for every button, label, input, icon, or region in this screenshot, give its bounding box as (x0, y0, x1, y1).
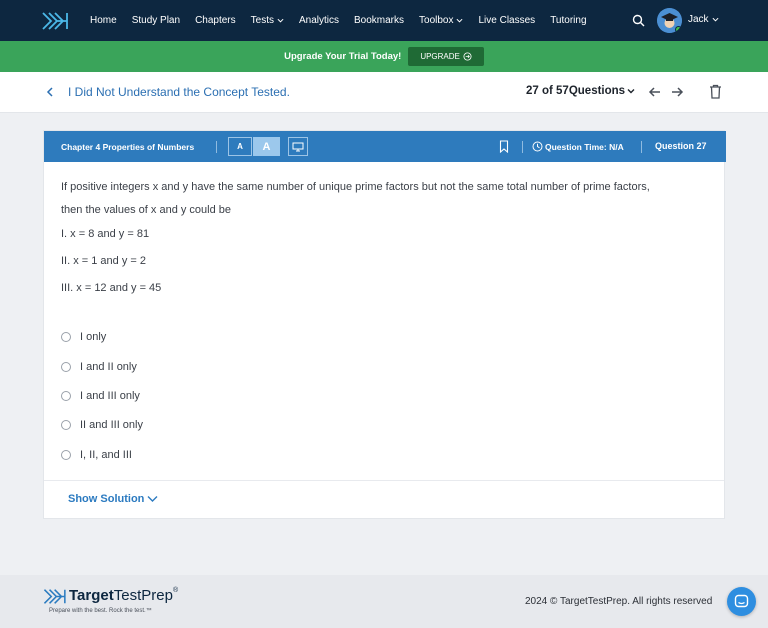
show-solution-button[interactable]: Show Solution (68, 493, 158, 505)
top-navigation-bar: Home Study Plan Chapters Tests Analytics… (0, 0, 768, 41)
footer: TargetTestPrep® Prepare with the best. R… (0, 575, 768, 628)
nav-item-tests[interactable]: Tests (251, 15, 284, 26)
question-stem: If positive integers x and y have the sa… (61, 176, 711, 222)
nav-item-chapters[interactable]: Chapters (195, 15, 236, 26)
header-divider (641, 141, 642, 153)
answer-choice-label: I and II only (80, 361, 137, 373)
user-name: Jack (688, 14, 709, 25)
statement-item: I. x = 8 and y = 81 (61, 228, 150, 240)
chapter-title: Chapter 4 Properties of Numbers (61, 142, 195, 152)
answer-choice[interactable]: II and III only (61, 417, 143, 433)
statement-item: III. x = 12 and y = 45 (61, 282, 162, 294)
nav-item-bookmarks[interactable]: Bookmarks (354, 15, 404, 26)
feedback-title-link[interactable]: I Did Not Understand the Concept Tested. (68, 85, 290, 99)
nav-item-label: Bookmarks (354, 15, 405, 26)
question-counter-label: 27 of 57Questions (526, 85, 626, 97)
answer-choice-label: I only (80, 331, 107, 343)
statement-item: II. x = 1 and y = 2 (61, 255, 146, 267)
radio-button[interactable] (61, 450, 71, 460)
chevron-down-icon (277, 18, 284, 23)
nav-item-label: Toolbox (419, 15, 454, 26)
nav-item-label: Tests (250, 15, 274, 26)
answer-choice[interactable]: I, II, and III (61, 447, 132, 463)
question-stem-line: If positive integers x and y have the sa… (61, 181, 650, 193)
nav-item-toolbox[interactable]: Toolbox (419, 15, 463, 26)
chat-icon (734, 594, 749, 608)
footer-brand-trademark: ® (172, 587, 179, 594)
upgrade-button-label: UPGRADE (420, 52, 460, 61)
user-menu[interactable]: Jack (688, 14, 719, 25)
arrow-right-icon[interactable] (670, 85, 684, 99)
footer-brand-bold: Target (69, 587, 114, 604)
nav-item-label: Tutoring (550, 15, 587, 26)
search-icon[interactable] (632, 14, 645, 27)
show-solution-label: Show Solution (68, 493, 145, 505)
target-test-prep-logo-icon[interactable] (42, 11, 70, 31)
font-size-small-button[interactable]: A (228, 137, 252, 156)
question-stem-line: then the values of x and y could be (61, 204, 232, 216)
radio-button[interactable] (61, 391, 71, 401)
promo-banner: Upgrade Your Trial Today! UPGRADE (0, 41, 768, 72)
nav-item-label: Analytics (298, 15, 339, 26)
nav-item-tutoring[interactable]: Tutoring (550, 15, 586, 26)
font-size-large-button[interactable]: A (253, 137, 280, 156)
chevron-down-icon (456, 18, 463, 23)
answer-choice-label: I, II, and III (80, 449, 132, 461)
question-card-header: Chapter 4 Properties of Numbers A A Ques… (44, 131, 726, 162)
chevron-down-icon (712, 17, 719, 22)
header-divider (216, 141, 217, 153)
copyright-text: 2024 © TargetTestPrep. All rights reserv… (525, 596, 713, 607)
answer-choice[interactable]: I only (61, 329, 106, 345)
arrow-left-icon[interactable] (648, 85, 662, 99)
nav-item-label: Home (90, 15, 117, 26)
question-time: Question Time: N/A (545, 142, 624, 152)
arrow-circle-right-icon (463, 52, 472, 61)
question-number: Question 27 (655, 141, 707, 151)
trash-icon[interactable] (709, 84, 722, 99)
nav-item-home[interactable]: Home (90, 15, 117, 26)
answer-choice-label: II and III only (80, 419, 143, 431)
nav-item-live-classes[interactable]: Live Classes (478, 15, 535, 26)
monitor-button[interactable] (288, 137, 308, 156)
nav-item-analytics[interactable]: Analytics (299, 15, 339, 26)
footer-brand-light: TestPrep (113, 587, 173, 604)
nav-item-label: Chapters (195, 15, 236, 26)
target-test-prep-logo-icon (43, 589, 66, 604)
footer-brand[interactable]: TargetTestPrep® (69, 587, 178, 604)
answer-choice[interactable]: I and II only (61, 359, 137, 375)
radio-button[interactable] (61, 362, 71, 372)
main-menu: Home Study Plan Chapters Tests Analytics… (90, 0, 602, 41)
chevron-down-icon (147, 496, 158, 502)
answer-choice-label: I and III only (80, 390, 140, 402)
avatar[interactable] (657, 8, 682, 33)
upgrade-button[interactable]: UPGRADE (408, 47, 484, 66)
bookmark-icon[interactable] (499, 140, 509, 153)
chevron-down-icon (627, 89, 635, 94)
nav-item-label: Live Classes (478, 15, 536, 26)
promo-text: Upgrade Your Trial Today! (284, 51, 402, 62)
monitor-icon (292, 142, 304, 151)
chat-button[interactable] (727, 587, 756, 616)
online-status-dot (675, 26, 682, 33)
clock-icon (532, 141, 543, 152)
answer-choice[interactable]: I and III only (61, 388, 140, 404)
radio-button[interactable] (61, 420, 71, 430)
card-divider (44, 480, 724, 481)
question-subheader: I Did Not Understand the Concept Tested.… (0, 72, 768, 113)
radio-button[interactable] (61, 332, 71, 342)
header-divider (522, 141, 523, 153)
footer-tagline: Prepare with the best. Rock the test.™ (49, 608, 152, 614)
chevron-left-icon[interactable] (45, 86, 55, 98)
question-card: Chapter 4 Properties of Numbers A A Ques… (43, 130, 726, 519)
nav-item-study-plan[interactable]: Study Plan (132, 15, 180, 26)
question-counter-dropdown[interactable]: 27 of 57Questions (526, 85, 635, 97)
nav-item-label: Study Plan (131, 15, 181, 26)
